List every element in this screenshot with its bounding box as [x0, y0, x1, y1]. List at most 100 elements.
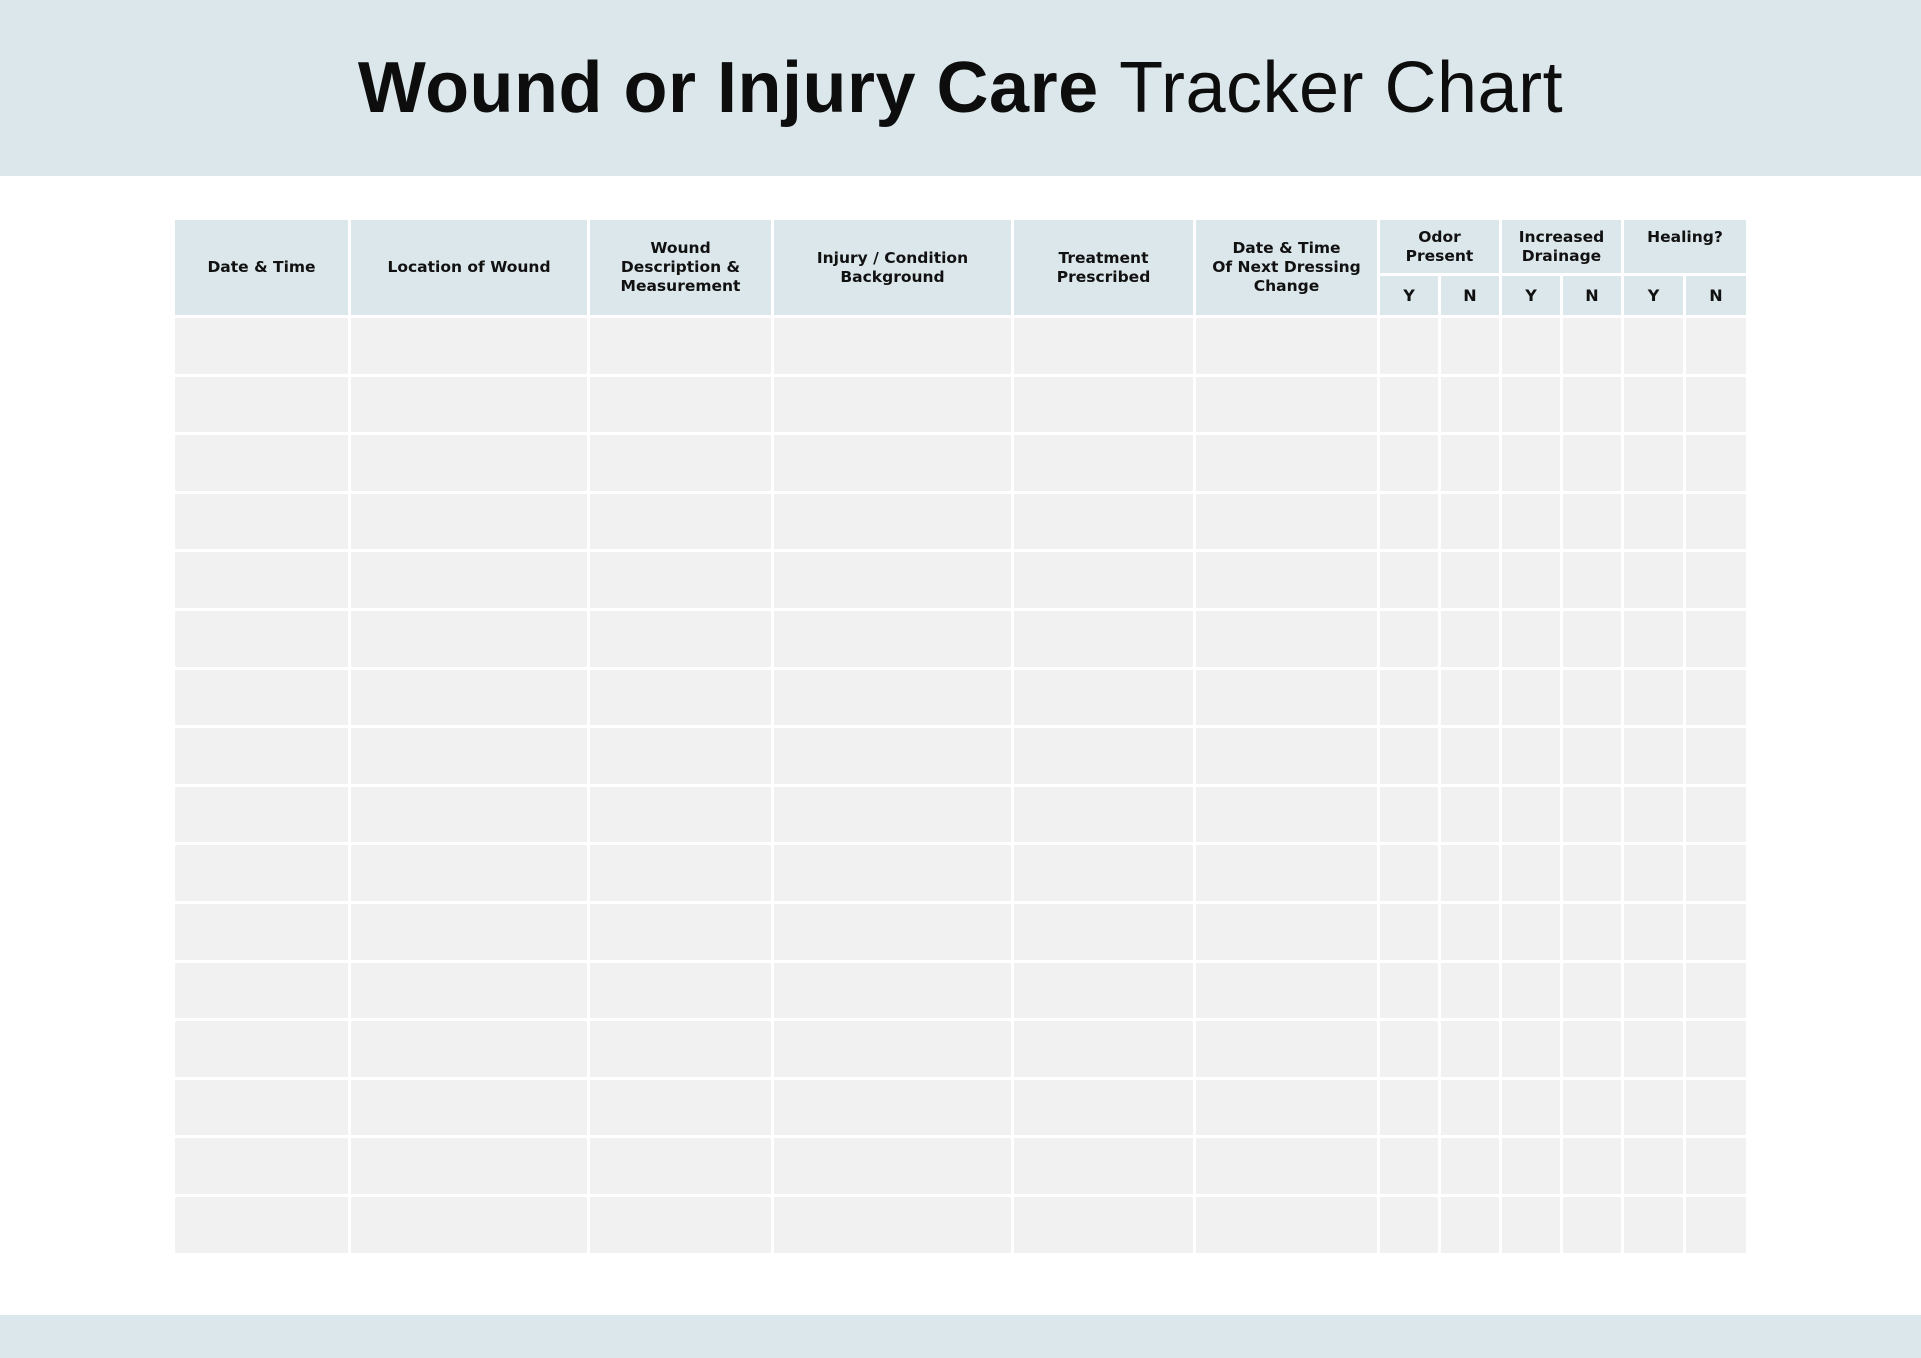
cell-odor-yes[interactable] — [1380, 728, 1438, 784]
cell-odor-no[interactable] — [1441, 493, 1499, 550]
cell-odor-yes[interactable] — [1380, 903, 1438, 960]
cell-date-time[interactable] — [175, 962, 348, 1019]
cell-wound-description[interactable] — [590, 552, 771, 608]
cell-healing-no[interactable] — [1686, 376, 1746, 433]
cell-drainage-no[interactable] — [1563, 1196, 1621, 1253]
cell-healing-no[interactable] — [1686, 903, 1746, 960]
cell-next-dressing[interactable] — [1196, 903, 1377, 960]
cell-healing-yes[interactable] — [1624, 552, 1683, 608]
cell-drainage-yes[interactable] — [1502, 610, 1560, 667]
cell-drainage-no[interactable] — [1563, 435, 1621, 491]
cell-wound-description[interactable] — [590, 786, 771, 843]
cell-next-dressing[interactable] — [1196, 728, 1377, 784]
cell-treatment[interactable] — [1014, 903, 1193, 960]
cell-location[interactable] — [351, 1021, 587, 1077]
cell-healing-yes[interactable] — [1624, 610, 1683, 667]
cell-location[interactable] — [351, 610, 587, 667]
cell-injury-background[interactable] — [774, 435, 1011, 491]
cell-healing-yes[interactable] — [1624, 1021, 1683, 1077]
cell-healing-no[interactable] — [1686, 552, 1746, 608]
cell-treatment[interactable] — [1014, 962, 1193, 1019]
cell-location[interactable] — [351, 1079, 587, 1136]
cell-injury-background[interactable] — [774, 610, 1011, 667]
cell-odor-yes[interactable] — [1380, 493, 1438, 550]
cell-odor-yes[interactable] — [1380, 318, 1438, 374]
cell-healing-yes[interactable] — [1624, 435, 1683, 491]
cell-drainage-no[interactable] — [1563, 376, 1621, 433]
cell-next-dressing[interactable] — [1196, 376, 1377, 433]
cell-odor-yes[interactable] — [1380, 610, 1438, 667]
cell-drainage-no[interactable] — [1563, 845, 1621, 901]
cell-drainage-yes[interactable] — [1502, 669, 1560, 726]
cell-injury-background[interactable] — [774, 903, 1011, 960]
cell-healing-yes[interactable] — [1624, 318, 1683, 374]
cell-odor-no[interactable] — [1441, 786, 1499, 843]
cell-odor-no[interactable] — [1441, 962, 1499, 1019]
cell-wound-description[interactable] — [590, 962, 771, 1019]
cell-odor-yes[interactable] — [1380, 1196, 1438, 1253]
cell-healing-no[interactable] — [1686, 1021, 1746, 1077]
cell-odor-no[interactable] — [1441, 845, 1499, 901]
cell-odor-no[interactable] — [1441, 610, 1499, 667]
cell-odor-no[interactable] — [1441, 669, 1499, 726]
cell-location[interactable] — [351, 318, 587, 374]
cell-location[interactable] — [351, 845, 587, 901]
cell-wound-description[interactable] — [590, 1021, 771, 1077]
cell-wound-description[interactable] — [590, 493, 771, 550]
cell-healing-yes[interactable] — [1624, 493, 1683, 550]
cell-healing-no[interactable] — [1686, 493, 1746, 550]
cell-next-dressing[interactable] — [1196, 1021, 1377, 1077]
cell-date-time[interactable] — [175, 845, 348, 901]
cell-wound-description[interactable] — [590, 318, 771, 374]
cell-wound-description[interactable] — [590, 728, 771, 784]
cell-odor-no[interactable] — [1441, 1079, 1499, 1136]
cell-injury-background[interactable] — [774, 376, 1011, 433]
cell-treatment[interactable] — [1014, 376, 1193, 433]
cell-location[interactable] — [351, 1196, 587, 1253]
cell-wound-description[interactable] — [590, 376, 771, 433]
cell-location[interactable] — [351, 1138, 587, 1194]
cell-odor-no[interactable] — [1441, 1196, 1499, 1253]
cell-location[interactable] — [351, 903, 587, 960]
cell-healing-yes[interactable] — [1624, 962, 1683, 1019]
cell-treatment[interactable] — [1014, 435, 1193, 491]
cell-healing-no[interactable] — [1686, 962, 1746, 1019]
cell-healing-no[interactable] — [1686, 610, 1746, 667]
cell-drainage-yes[interactable] — [1502, 493, 1560, 550]
cell-odor-yes[interactable] — [1380, 962, 1438, 1019]
cell-odor-no[interactable] — [1441, 318, 1499, 374]
cell-healing-yes[interactable] — [1624, 728, 1683, 784]
cell-date-time[interactable] — [175, 435, 348, 491]
cell-location[interactable] — [351, 669, 587, 726]
cell-healing-no[interactable] — [1686, 1138, 1746, 1194]
cell-next-dressing[interactable] — [1196, 493, 1377, 550]
cell-injury-background[interactable] — [774, 669, 1011, 726]
cell-treatment[interactable] — [1014, 318, 1193, 374]
cell-healing-yes[interactable] — [1624, 1138, 1683, 1194]
cell-injury-background[interactable] — [774, 552, 1011, 608]
cell-drainage-yes[interactable] — [1502, 435, 1560, 491]
cell-odor-yes[interactable] — [1380, 845, 1438, 901]
cell-injury-background[interactable] — [774, 318, 1011, 374]
cell-drainage-no[interactable] — [1563, 962, 1621, 1019]
cell-drainage-no[interactable] — [1563, 728, 1621, 784]
cell-healing-no[interactable] — [1686, 318, 1746, 374]
cell-injury-background[interactable] — [774, 786, 1011, 843]
cell-location[interactable] — [351, 376, 587, 433]
cell-drainage-yes[interactable] — [1502, 1196, 1560, 1253]
cell-odor-yes[interactable] — [1380, 669, 1438, 726]
cell-drainage-yes[interactable] — [1502, 318, 1560, 374]
cell-healing-no[interactable] — [1686, 1196, 1746, 1253]
cell-date-time[interactable] — [175, 493, 348, 550]
cell-injury-background[interactable] — [774, 1079, 1011, 1136]
cell-odor-yes[interactable] — [1380, 552, 1438, 608]
cell-odor-no[interactable] — [1441, 552, 1499, 608]
cell-next-dressing[interactable] — [1196, 318, 1377, 374]
cell-next-dressing[interactable] — [1196, 1196, 1377, 1253]
cell-odor-yes[interactable] — [1380, 1079, 1438, 1136]
cell-date-time[interactable] — [175, 376, 348, 433]
cell-treatment[interactable] — [1014, 1021, 1193, 1077]
cell-treatment[interactable] — [1014, 728, 1193, 784]
cell-odor-yes[interactable] — [1380, 786, 1438, 843]
cell-wound-description[interactable] — [590, 1196, 771, 1253]
